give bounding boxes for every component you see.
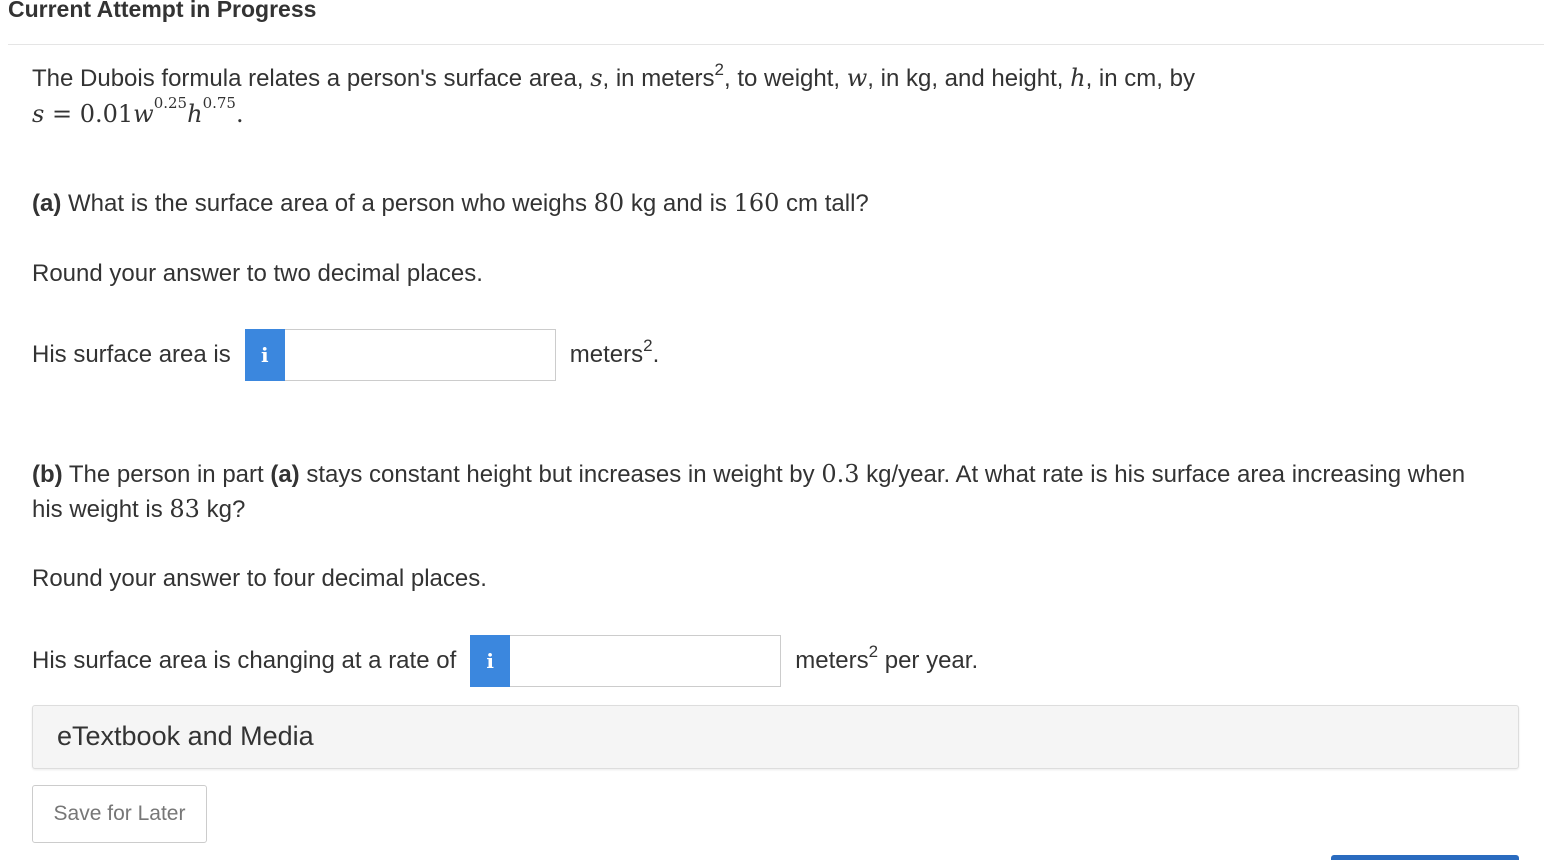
- part-a-weight: 80: [593, 189, 625, 217]
- formula-h: h: [187, 100, 203, 128]
- part-a-q1: What is the surface area of a person who…: [61, 190, 594, 217]
- part-b-unit-sup: 2: [868, 642, 879, 661]
- save-for-later-button[interactable]: Save for Later: [32, 785, 207, 843]
- part-b-unit: meters2 per year.: [795, 643, 979, 675]
- part-a-unit: meters2.: [569, 337, 660, 369]
- formula-end: .: [235, 100, 244, 128]
- part-b-q2: stays constant height but increases in w…: [299, 461, 822, 488]
- etextbook-media-panel[interactable]: eTextbook and Media: [32, 705, 1519, 769]
- part-a-unit-text: meters: [569, 341, 644, 368]
- intro-text-2: , in meters: [602, 65, 715, 92]
- part-b-ref: (a): [270, 461, 300, 488]
- part-b-answer-input[interactable]: [510, 635, 782, 687]
- part-b-rounding: Round your answer to four decimal places…: [32, 565, 487, 592]
- etextbook-media-title: eTextbook and Media: [57, 721, 314, 751]
- part-a-height: 160: [733, 189, 780, 217]
- intro-text-4: , in kg, and height,: [867, 65, 1071, 92]
- var-w: w: [846, 64, 868, 92]
- var-h: h: [1070, 64, 1086, 92]
- part-b-question-line-1: (b) The person in part (a) stays constan…: [32, 458, 1465, 491]
- formula-lhs: s: [32, 100, 45, 128]
- attempt-title: Current Attempt in Progress: [8, 0, 317, 22]
- intro-text-3: , to weight,: [724, 65, 847, 92]
- part-b-q4: his weight is: [32, 496, 170, 523]
- part-b-rate: 0.3: [821, 460, 860, 488]
- part-b-q1: The person in part: [62, 461, 271, 488]
- part-a-question: (a) What is the surface area of a person…: [32, 187, 869, 220]
- part-b-q3: kg/year. At what rate is his surface are…: [859, 461, 1466, 488]
- part-a-q2: kg and is: [624, 190, 734, 217]
- intro-text: The Dubois formula relates a person's su…: [32, 60, 1195, 95]
- part-a-rounding: Round your answer to two decimal places.: [32, 260, 483, 287]
- part-a-q3: cm tall?: [779, 190, 869, 217]
- part-a-label: (a): [32, 190, 62, 217]
- part-a-unit-sup: 2: [643, 336, 653, 355]
- dubois-formula: s = 0.01w0.25h0.75.: [32, 96, 244, 131]
- var-s: s: [590, 64, 603, 92]
- part-b-label: (b): [32, 461, 63, 488]
- part-b-info-icon[interactable]: i: [470, 635, 511, 687]
- part-a-answer-input[interactable]: [284, 329, 556, 381]
- intro-text-1: The Dubois formula relates a person's su…: [32, 65, 591, 92]
- formula-eq: =: [44, 100, 80, 128]
- question-page: Current Attempt in Progress The Dubois f…: [0, 0, 1550, 860]
- part-b-answer-label: His surface area is changing at a rate o…: [32, 647, 457, 674]
- attempt-header: Current Attempt in Progress: [8, 0, 1544, 45]
- submit-button-edge[interactable]: [1331, 855, 1519, 860]
- formula-h-exp: 0.75: [202, 94, 236, 112]
- part-b-unit-end: per year.: [878, 647, 979, 674]
- part-b-q5: kg?: [199, 496, 246, 523]
- part-b-weight: 83: [169, 495, 200, 523]
- intro-sup: 2: [714, 60, 725, 79]
- intro-text-5: , in cm, by: [1085, 65, 1195, 92]
- part-a-unit-end: .: [652, 341, 660, 368]
- part-a-info-icon[interactable]: i: [244, 329, 285, 381]
- part-a-answer-row: His surface area is i meters2.: [32, 328, 659, 382]
- part-b-answer-row: His surface area is changing at a rate o…: [32, 634, 978, 688]
- formula-coef: 0.01: [79, 100, 134, 128]
- part-b-unit-text: meters: [795, 647, 869, 674]
- part-b-question-line-2: his weight is 83 kg?: [32, 493, 245, 526]
- formula-w: w: [133, 100, 154, 128]
- formula-w-exp: 0.25: [153, 94, 188, 112]
- part-a-answer-label: His surface area is: [32, 341, 231, 368]
